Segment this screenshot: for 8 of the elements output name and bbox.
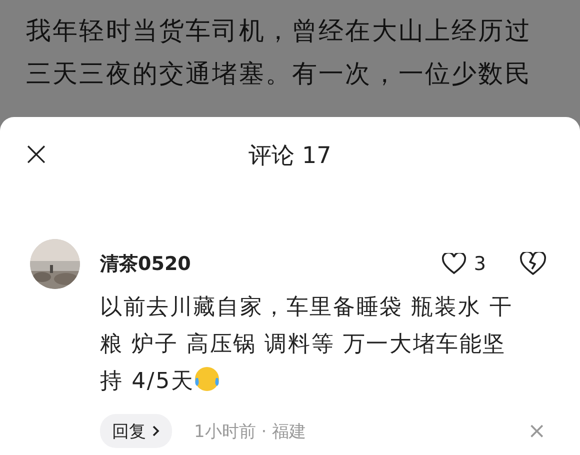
article-text: 我年轻时当货车司机，曾经在大山上经历过三天三夜的交通堵塞。有一次，一位少数民 (26, 15, 532, 90)
reply-button[interactable]: 回复 (100, 414, 172, 448)
comment-text: 以前去川藏自家，车里备睡袋 瓶装水 干粮 炉子 高压锅 调料等 万一大堵车能坚持 4/5天 (100, 294, 514, 396)
sheet-title: 评论 17 (248, 142, 332, 170)
like-count: 3 (474, 253, 486, 275)
user-name[interactable]: 清茶0520 (100, 251, 191, 277)
comment-meta: 1小时前 · 福建 (194, 420, 306, 442)
close-button[interactable]: × (22, 137, 50, 171)
